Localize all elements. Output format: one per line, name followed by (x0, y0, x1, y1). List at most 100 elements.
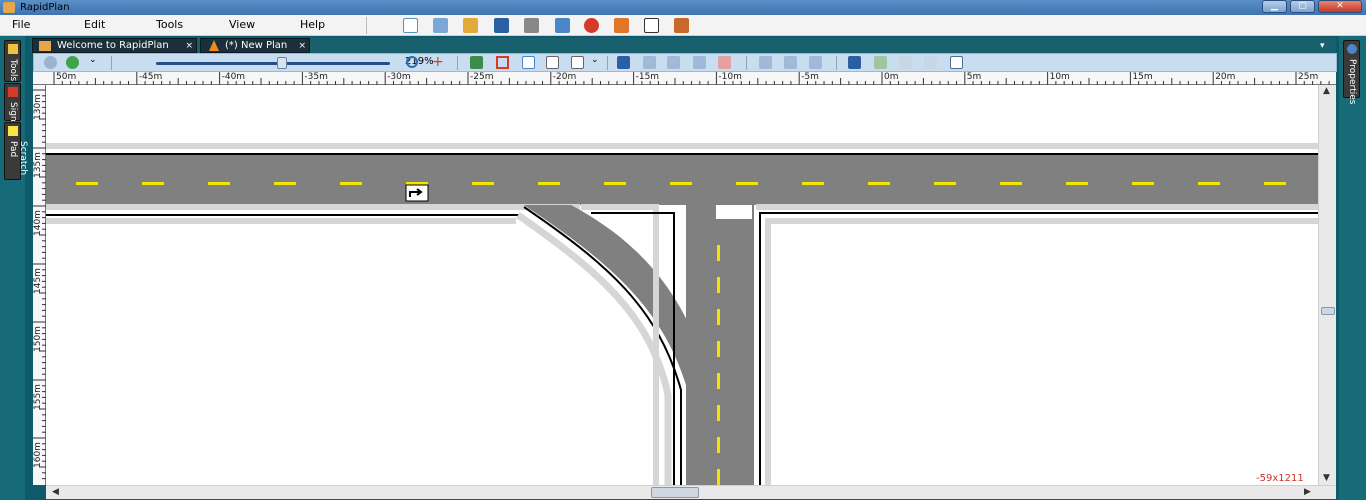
horizontal-scrollbar[interactable]: ◀ ▶ (46, 485, 1336, 499)
arrow-left-icon[interactable] (643, 56, 656, 69)
centerline-dash (1132, 182, 1154, 185)
centerline-dash (717, 437, 720, 453)
cut-icon[interactable] (924, 56, 937, 69)
centerline-dash (274, 182, 296, 185)
horizontal-scroll-thumb[interactable] (651, 487, 699, 498)
menu-bar: File Edit Tools View Help (0, 15, 1366, 36)
align-icon[interactable] (667, 56, 680, 69)
centerline-dash (538, 182, 560, 185)
vertical-ruler-label: 145m (33, 268, 43, 294)
send-back-icon[interactable] (809, 56, 822, 69)
grid-icon[interactable] (546, 56, 559, 69)
minimize-button[interactable]: ▁ (1262, 0, 1287, 13)
centerline-dash (1000, 182, 1022, 185)
scroll-left-icon[interactable]: ◀ (52, 487, 59, 497)
close-window-button[interactable]: ✕ (1318, 0, 1362, 13)
table-chevron-down-icon[interactable]: ⌄ (591, 55, 599, 65)
menu-file[interactable]: File (12, 18, 30, 31)
check-icon[interactable] (644, 18, 659, 33)
print-icon[interactable] (524, 18, 539, 33)
dock-tools-label: Tools (8, 59, 18, 82)
main-road[interactable] (46, 155, 1318, 205)
table-icon[interactable] (571, 56, 584, 69)
crosshair-icon[interactable]: + (432, 54, 444, 70)
tab-new-plan[interactable]: (*) New Plan × (200, 38, 310, 53)
export-icon[interactable] (555, 18, 570, 33)
menu-view[interactable]: View (229, 18, 255, 31)
turn-arrow-sign-icon[interactable] (405, 184, 429, 202)
ruler-label: -25m (470, 72, 494, 82)
dock-properties-label: Properties (1347, 59, 1357, 105)
delete-icon[interactable] (718, 56, 731, 69)
copy-icon[interactable] (899, 56, 912, 69)
ruler-label: 5m (966, 72, 982, 82)
dock-scratchpad-label: Scratch Pad (8, 141, 28, 176)
centerline-dash (1264, 182, 1286, 185)
vertical-ruler-label: 130m (33, 94, 43, 120)
tab-welcome-close-icon[interactable]: × (185, 40, 193, 53)
dock-properties-button[interactable]: Properties (1343, 40, 1360, 104)
right-dock: Properties (1339, 36, 1366, 500)
centerline-dash (717, 309, 720, 325)
tab-new-plan-close-icon[interactable]: × (298, 40, 306, 53)
cone-icon (209, 40, 219, 51)
signs-icon (8, 87, 18, 97)
menu-edit[interactable]: Edit (84, 18, 105, 31)
zoom-slider-track[interactable] (156, 62, 390, 65)
redo-icon[interactable] (874, 56, 887, 69)
signs-icon[interactable] (614, 18, 629, 33)
ruler-label: 20m (1215, 72, 1236, 82)
top-edge-line (46, 153, 1318, 155)
maximize-button[interactable]: ▢ (1290, 0, 1315, 13)
centerline-dash (802, 182, 824, 185)
centerline-dash (1198, 182, 1220, 185)
top-curb (46, 143, 1318, 149)
list-icon[interactable] (522, 56, 535, 69)
arrow-right-icon[interactable] (693, 56, 706, 69)
window-title: RapidPlan (20, 2, 70, 13)
zoom-search-icon[interactable] (406, 56, 418, 68)
paste-icon[interactable] (950, 56, 963, 69)
toolbar-separator (111, 56, 112, 70)
toolbar-separator (836, 56, 837, 70)
flip-icon[interactable] (759, 56, 772, 69)
dock-tools-button[interactable]: Tools (4, 40, 21, 82)
zoom-slider-thumb[interactable] (277, 57, 288, 69)
snap-icon[interactable] (617, 56, 630, 69)
view-mode-icon[interactable] (66, 56, 79, 69)
menu-tools[interactable]: Tools (156, 18, 183, 31)
welcome-tab-icon (39, 41, 51, 51)
bring-front-icon[interactable] (784, 56, 797, 69)
centerline-dash (142, 182, 164, 185)
ruler-label: 15m (1132, 72, 1153, 82)
tab-welcome[interactable]: Welcome to RapidPlan × (32, 38, 197, 53)
undo-icon[interactable] (848, 56, 861, 69)
yield-sign-icon[interactable] (496, 56, 509, 69)
app-icon (3, 2, 15, 13)
vertical-ruler-label: 140m (33, 210, 43, 236)
save-icon[interactable] (494, 18, 509, 33)
open-icon[interactable] (433, 18, 448, 33)
horizontal-ruler: 50m -45m -40m -35m -30m -25m -20m -15m -10m -5m 0m… (33, 72, 1336, 85)
image-icon[interactable] (470, 56, 483, 69)
ruler-label: -10m (718, 72, 742, 82)
import-icon[interactable] (463, 18, 478, 33)
stop-icon[interactable] (584, 18, 599, 33)
layers-icon[interactable] (44, 56, 57, 69)
plan-canvas[interactable] (46, 85, 1318, 485)
new-file-icon[interactable] (403, 18, 418, 33)
dock-scratchpad-button[interactable]: Scratch Pad (4, 122, 28, 180)
scroll-up-icon[interactable]: ▲ (1323, 86, 1330, 96)
vertical-scroll-thumb[interactable] (1321, 307, 1335, 315)
exit-icon[interactable] (674, 18, 689, 33)
scroll-right-icon[interactable]: ▶ (1304, 487, 1311, 497)
ruler-label: 0m (884, 72, 899, 82)
tab-overflow-chevron-icon[interactable]: ▾ (1320, 41, 1325, 51)
dock-signs-button[interactable]: Signs (4, 83, 21, 126)
menu-help[interactable]: Help (300, 18, 325, 31)
slip-lane-outer-curb (515, 212, 672, 485)
vertical-scrollbar[interactable]: ▲ ▼ (1318, 85, 1336, 485)
view-mode-chevron-down-icon[interactable]: ⌄ (89, 55, 97, 65)
scroll-down-icon[interactable]: ▼ (1323, 473, 1330, 483)
slip-lane[interactable] (524, 205, 711, 485)
